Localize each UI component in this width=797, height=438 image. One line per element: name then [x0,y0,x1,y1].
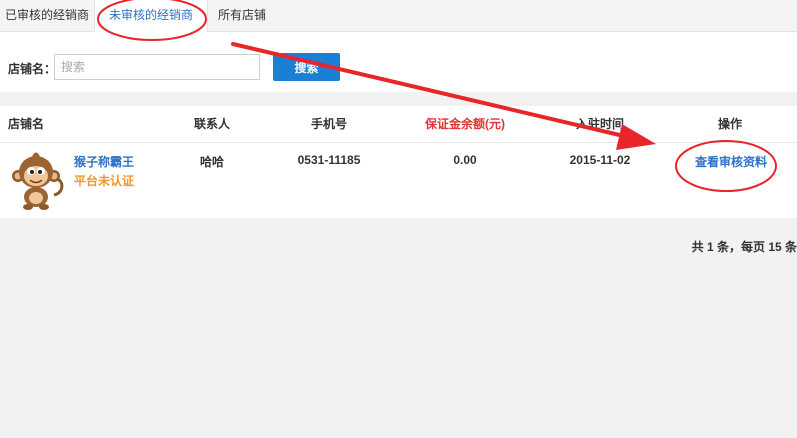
phone-cell: 0531-11185 [297,153,361,167]
monkey-avatar-icon [12,152,64,210]
tab-bar: 已审核的经销商 未审核的经销商 所有店铺 [0,0,797,32]
status-badge: 平台未认证 [74,174,135,188]
search-button[interactable]: 搜索 [273,53,340,81]
header-phone: 手机号 [310,117,347,131]
join-date-cell: 2015-11-02 [569,153,631,167]
view-review-materials-link[interactable]: 查看审核资料 [695,155,767,169]
search-panel: 店铺名： 搜索 [0,32,797,92]
table-header: 店铺名 联系人 手机号 保证金余额(元) 入驻时间 操作 [0,106,797,143]
header-join-date: 入驻时间 [575,117,624,131]
pagination-summary: 共 1 条，每页 15 条 [691,240,797,254]
search-input[interactable] [54,54,260,80]
header-action: 操作 [717,117,742,131]
tab-all-stores[interactable]: 所有店铺 [206,0,278,31]
contact-cell: 哈哈 [199,155,224,169]
store-name-link[interactable]: 猴子称霸王 [74,153,134,170]
header-deposit: 保证金余额(元) [425,117,505,131]
action-cell: 查看审核资料 [688,153,774,170]
header-store-name: 店铺名 [8,117,45,131]
deposit-cell: 0.00 [453,153,477,167]
tab-unapproved-dealers[interactable]: 未审核的经销商 [94,0,208,32]
tab-approved-dealers[interactable]: 已审核的经销商 [0,0,94,31]
table-row: 猴子称霸王 平台未认证 哈哈 0531-11185 0.00 2015-11-0… [0,143,797,217]
dealer-table: 店铺名 联系人 手机号 保证金余额(元) 入驻时间 操作 猴子称霸王 平台未认证… [0,106,797,218]
header-contact: 联系人 [193,117,230,131]
search-label: 店铺名： [8,62,57,76]
